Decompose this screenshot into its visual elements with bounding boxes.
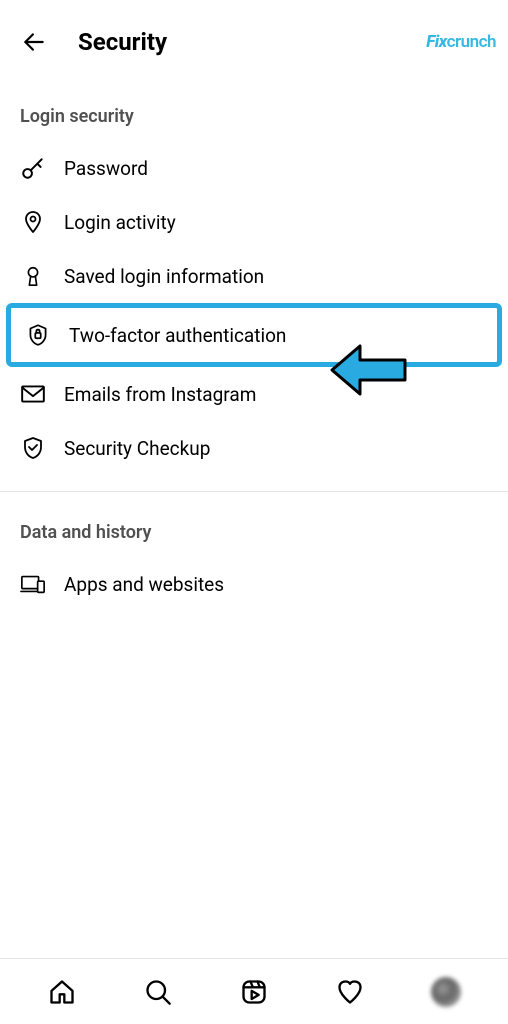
shield-lock-icon bbox=[25, 322, 51, 348]
menu-item-login-activity[interactable]: Login activity bbox=[0, 195, 508, 249]
menu-item-emails[interactable]: Emails from Instagram bbox=[0, 367, 508, 421]
menu-item-apps-websites[interactable]: Apps and websites bbox=[0, 557, 508, 611]
nav-search[interactable] bbox=[143, 977, 173, 1007]
menu-item-two-factor[interactable]: Two-factor authentication bbox=[6, 303, 502, 367]
menu-item-label: Saved login information bbox=[64, 265, 264, 288]
nav-activity[interactable] bbox=[335, 977, 365, 1007]
menu-item-password[interactable]: Password bbox=[0, 141, 508, 195]
nav-profile-avatar[interactable] bbox=[431, 977, 461, 1007]
menu-item-label: Two-factor authentication bbox=[69, 324, 286, 347]
menu-item-security-checkup[interactable]: Security Checkup bbox=[0, 421, 508, 475]
back-button[interactable] bbox=[20, 28, 48, 56]
menu-item-label: Password bbox=[64, 157, 148, 180]
back-arrow-icon bbox=[21, 29, 47, 55]
key-icon bbox=[20, 155, 46, 181]
page-title: Security bbox=[78, 28, 167, 56]
devices-icon bbox=[20, 571, 46, 597]
menu-item-label: Login activity bbox=[64, 211, 176, 234]
keyhole-icon bbox=[20, 263, 46, 289]
shield-check-icon bbox=[20, 435, 46, 461]
nav-reels[interactable] bbox=[239, 977, 269, 1007]
watermark: Fixcrunch bbox=[426, 32, 496, 52]
search-icon bbox=[144, 978, 172, 1006]
home-icon bbox=[48, 978, 76, 1006]
reels-icon bbox=[240, 978, 268, 1006]
menu-item-label: Apps and websites bbox=[64, 573, 224, 596]
menu-item-label: Emails from Instagram bbox=[64, 383, 256, 406]
menu-item-label: Security Checkup bbox=[64, 437, 210, 460]
header: Security Fixcrunch bbox=[0, 0, 508, 76]
section-data-history: Data and history bbox=[0, 492, 508, 557]
annotation-arrow bbox=[330, 342, 410, 398]
heart-icon bbox=[336, 978, 364, 1006]
menu-item-saved-login[interactable]: Saved login information bbox=[0, 249, 508, 303]
nav-home[interactable] bbox=[47, 977, 77, 1007]
location-pin-icon bbox=[20, 209, 46, 235]
mail-icon bbox=[20, 381, 46, 407]
section-login-security: Login security bbox=[0, 76, 508, 141]
bottom-nav bbox=[0, 958, 508, 1024]
